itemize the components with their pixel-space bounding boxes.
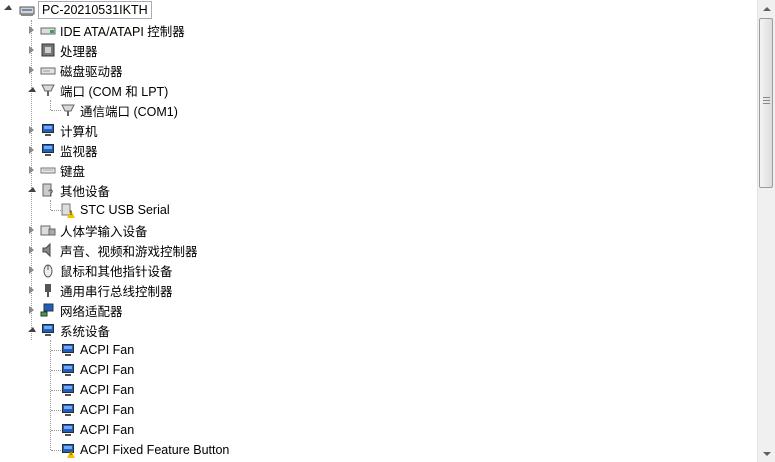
expand-icon[interactable] [27, 165, 36, 174]
tree-node[interactable]: 系统设备 [26, 320, 110, 340]
tree-node[interactable]: 磁盘驱动器 [26, 60, 123, 80]
grip-line [763, 103, 770, 104]
node-label: 其他设备 [60, 184, 111, 199]
hid-icon [40, 222, 56, 238]
root-label: PC-20210531IKTH [38, 1, 152, 19]
tree-node[interactable]: 计算机 [26, 120, 98, 140]
keyboard-icon [40, 162, 56, 178]
mouse-icon [40, 262, 56, 278]
system-device-icon [60, 422, 76, 438]
port-icon [40, 82, 56, 98]
tree-connector [50, 340, 51, 450]
device-tree[interactable]: PC-20210531IKTH IDE ATA/ATAPI 控制器 处理器 磁盘… [0, 0, 758, 462]
expand-icon[interactable] [27, 145, 36, 154]
collapse-icon[interactable] [27, 185, 36, 194]
scroll-up-arrow-icon[interactable] [758, 0, 775, 17]
port-icon [60, 102, 76, 118]
collapse-icon[interactable] [27, 85, 36, 94]
collapse-icon[interactable] [3, 3, 12, 12]
leaf-label: ACPI Fan [80, 363, 135, 377]
warning-system-device-icon [60, 442, 76, 458]
usb-icon [40, 282, 56, 298]
node-label: 网络适配器 [60, 304, 123, 319]
node-label: IDE ATA/ATAPI 控制器 [60, 24, 185, 39]
tree-connector [50, 200, 51, 210]
monitor-icon [40, 142, 56, 158]
processor-icon [40, 42, 56, 58]
network-icon [40, 302, 56, 318]
tree-node[interactable]: 通用串行总线控制器 [26, 280, 173, 300]
node-label: 键盘 [60, 164, 86, 179]
warning-device-icon [60, 202, 76, 218]
node-label: 磁盘驱动器 [60, 64, 123, 79]
leaf-label: STC USB Serial [80, 203, 170, 217]
grip-line [763, 97, 770, 98]
tree-node[interactable]: 键盘 [26, 160, 85, 180]
tree-node[interactable]: 声音、视频和游戏控制器 [26, 240, 198, 260]
expand-icon[interactable] [27, 225, 36, 234]
node-label: 人体学输入设备 [60, 224, 148, 239]
tree-node[interactable]: 监视器 [26, 140, 98, 160]
vertical-scrollbar[interactable] [757, 0, 775, 462]
tree-node[interactable]: ? 其他设备 [26, 180, 110, 200]
system-device-icon [60, 402, 76, 418]
tree-node[interactable]: 处理器 [26, 40, 98, 60]
expand-icon[interactable] [27, 65, 36, 74]
leaf-label: ACPI Fan [80, 403, 135, 417]
scroll-down-arrow-icon[interactable] [758, 445, 775, 462]
ide-controller-icon [40, 22, 56, 38]
tree-leaf[interactable]: 通信端口 (COM1) [60, 100, 178, 120]
leaf-label: ACPI Fixed Feature Button [80, 443, 230, 457]
node-label: 处理器 [60, 44, 98, 59]
expand-icon[interactable] [27, 25, 36, 34]
expand-icon[interactable] [27, 45, 36, 54]
tree-leaf[interactable]: ACPI Fan [60, 380, 134, 400]
expand-icon[interactable] [27, 125, 36, 134]
tree-node[interactable]: 网络适配器 [26, 300, 123, 320]
leaf-label: ACPI Fan [80, 343, 135, 357]
computer-icon [19, 2, 35, 18]
svg-text:?: ? [48, 188, 53, 198]
expand-icon[interactable] [27, 265, 36, 274]
tree-connector [50, 100, 51, 110]
tree-leaf[interactable]: ACPI Fan [60, 360, 134, 380]
node-label: 端口 (COM 和 LPT) [60, 84, 169, 99]
tree-leaf[interactable]: ACPI Fan [60, 420, 134, 440]
tree-leaf[interactable]: ACPI Fan [60, 400, 134, 420]
tree-node[interactable]: 人体学输入设备 [26, 220, 148, 240]
leaf-label: 通信端口 (COM1) [80, 104, 178, 119]
system-device-icon [60, 362, 76, 378]
tree-root[interactable]: PC-20210531IKTH [2, 0, 152, 20]
disk-drive-icon [40, 62, 56, 78]
system-device-icon [60, 342, 76, 358]
leaf-label: ACPI Fan [80, 423, 135, 437]
tree-leaf[interactable]: STC USB Serial [60, 200, 170, 220]
tree-node[interactable]: 端口 (COM 和 LPT) [26, 80, 168, 100]
node-label: 计算机 [60, 124, 98, 139]
expand-icon[interactable] [27, 245, 36, 254]
expand-icon[interactable] [27, 305, 36, 314]
system-devices-icon [40, 322, 56, 338]
tree-leaf[interactable]: ACPI Fixed Feature Button [60, 440, 229, 460]
scrollbar-thumb[interactable] [759, 18, 773, 188]
collapse-icon[interactable] [27, 325, 36, 334]
grip-line [763, 100, 770, 101]
node-label: 通用串行总线控制器 [60, 284, 173, 299]
other-devices-icon: ? [40, 182, 56, 198]
tree-leaf[interactable]: ACPI Fan [60, 340, 134, 360]
node-label: 系统设备 [60, 324, 111, 339]
tree-node[interactable]: 鼠标和其他指针设备 [26, 260, 173, 280]
speaker-icon [40, 242, 56, 258]
system-device-icon [60, 382, 76, 398]
node-label: 声音、视频和游戏控制器 [60, 244, 198, 259]
tree-node[interactable]: IDE ATA/ATAPI 控制器 [26, 20, 185, 40]
node-label: 监视器 [60, 144, 98, 159]
expand-icon[interactable] [27, 285, 36, 294]
node-label: 鼠标和其他指针设备 [60, 264, 173, 279]
computer-icon [40, 122, 56, 138]
leaf-label: ACPI Fan [80, 383, 135, 397]
